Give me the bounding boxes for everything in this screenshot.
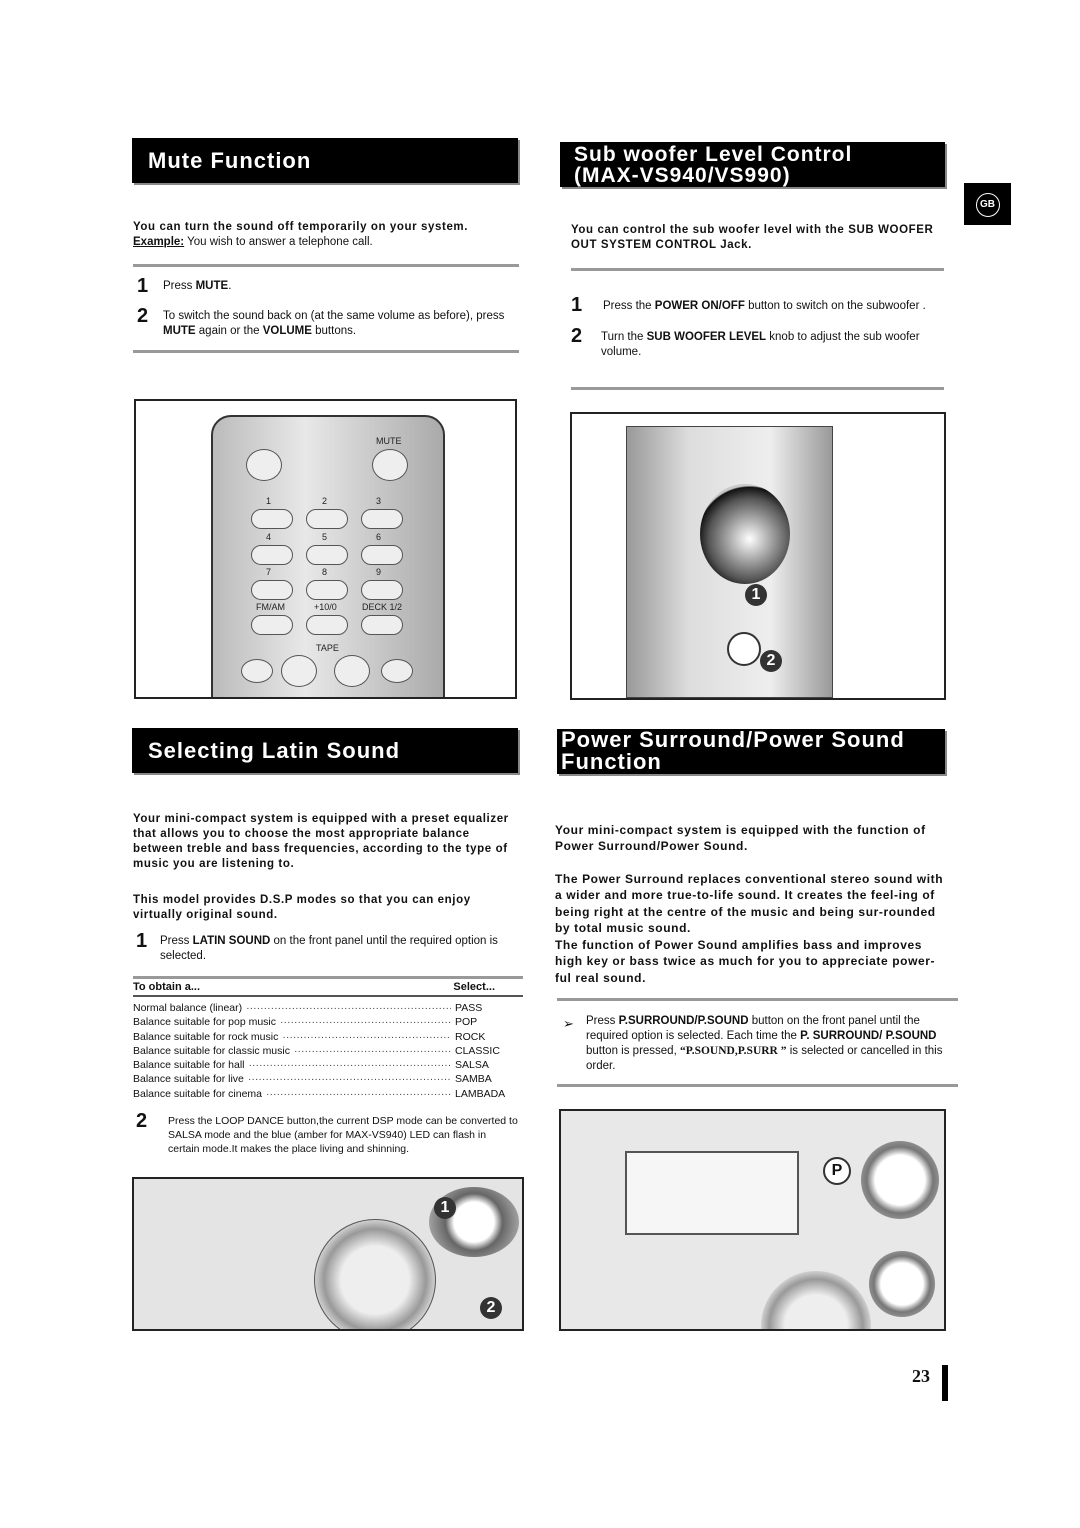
subwoofer-title: Sub woofer Level Control: [574, 143, 853, 166]
surround-subtitle: Function: [561, 749, 662, 774]
front-panel-illustration-latin: 1 2: [132, 1177, 524, 1331]
divider: [133, 976, 523, 979]
row-mode: ROCK: [455, 1030, 486, 1043]
subwoofer-heading: Sub woofer Level Control (MAX-VS940/VS99…: [560, 142, 945, 187]
remote-illustration: MUTE 1 2 3 4 5 6 7 8 9 FM/AM +10/0 DECK …: [134, 399, 517, 699]
latin-intro: Your mini-compact system is equipped wit…: [133, 813, 509, 870]
row-description: Balance suitable for cinema: [133, 1087, 262, 1100]
mute-label: MUTE: [376, 436, 402, 446]
latin-step-2: Press the LOOP DANCE button,the current …: [168, 1115, 518, 1155]
gb-badge: GB: [975, 193, 1000, 217]
row-mode: POP: [455, 1016, 478, 1029]
callout-1: 1: [434, 1197, 456, 1219]
manual-page: GB Mute Function You can turn the sound …: [0, 0, 1080, 1528]
dot-leader: ········································…: [266, 1087, 451, 1100]
surround-intro: Your mini-compact system is equipped wit…: [555, 823, 926, 853]
surround-title: Power Surround/Power Sound: [561, 727, 905, 752]
mute-title: Mute Function: [148, 148, 312, 173]
table-row: Balance suitable for hall ···············…: [133, 1058, 523, 1072]
subwoofer-step-1: Press the POWER ON/OFF button to switch …: [603, 300, 926, 312]
language-tab: GB: [964, 183, 1011, 225]
mute-heading: Mute Function: [132, 138, 518, 183]
divider: [133, 264, 519, 267]
dot-leader: ········································…: [248, 1059, 452, 1072]
step-number: 2: [136, 1110, 148, 1132]
step-number: 2: [137, 305, 149, 327]
row-mode: CLASSIC: [455, 1044, 500, 1057]
divider: [557, 1084, 958, 1087]
surround-step: Press P.SURROUND/P.SOUND button on the f…: [586, 1015, 943, 1072]
subwoofer-intro: You can control the sub woofer level wit…: [571, 224, 934, 251]
dot-leader: ········································…: [282, 1030, 451, 1043]
table-header: To obtain a...: [133, 981, 201, 993]
latin-title: Selecting Latin Sound: [148, 738, 401, 763]
row-mode: PASS: [455, 1002, 483, 1014]
row-description: Balance suitable for pop music: [133, 1016, 276, 1029]
table-row: Normal balance (linear) ·················…: [133, 1001, 523, 1015]
step-number: 2: [571, 325, 583, 347]
table-row: Balance suitable for live ···············…: [133, 1072, 523, 1086]
callout-1: 1: [745, 584, 767, 606]
page-number: 23: [912, 1366, 930, 1386]
arrow-icon: ➢: [563, 1016, 574, 1031]
row-mode: SALSA: [455, 1059, 489, 1072]
row-description: Normal balance (linear): [133, 1002, 243, 1014]
dsp-mode-table: To obtain a... Select... Normal balance …: [133, 980, 523, 1101]
divider: [571, 387, 944, 390]
callout-2: 2: [480, 1297, 502, 1319]
step-number: 1: [571, 294, 583, 316]
table-row: Balance suitable for rock music ·········…: [133, 1030, 523, 1044]
table-header: Select...: [453, 981, 495, 993]
subwoofer-step-2: Turn the SUB WOOFER LEVEL knob to adjust…: [601, 331, 920, 358]
row-description: Balance suitable for rock music: [133, 1030, 279, 1043]
mute-intro: You can turn the sound off temporarily o…: [133, 221, 469, 233]
row-mode: LAMBADA: [455, 1087, 506, 1100]
dot-leader: ········································…: [280, 1016, 451, 1029]
front-panel-illustration-surround: P: [559, 1109, 946, 1331]
example-text: You wish to answer a telephone call.: [184, 236, 373, 248]
step-number: 1: [137, 275, 149, 297]
dot-leader: ········································…: [293, 1044, 451, 1057]
dot-leader: ········································…: [246, 1002, 451, 1014]
surround-para-2: The function of Power Sound amplifies ba…: [555, 938, 936, 985]
table-row: Balance suitable for classic music ······…: [133, 1044, 523, 1058]
mute-button: [372, 449, 408, 481]
row-description: Balance suitable for hall: [133, 1059, 245, 1072]
table-row: Balance suitable for pop music ··········…: [133, 1015, 523, 1029]
divider: [571, 268, 944, 271]
divider: [133, 350, 519, 353]
row-description: Balance suitable for classic music: [133, 1044, 290, 1057]
mute-step-2: To switch the sound back on (at the same…: [163, 310, 505, 337]
mute-step-1: Press MUTE.: [163, 280, 232, 292]
table-row: Balance suitable for cinema ·············…: [133, 1087, 523, 1101]
surround-para-1: The Power Surround replaces conventional…: [555, 872, 944, 935]
callout-2: 2: [760, 650, 782, 672]
step-number: 1: [136, 930, 148, 952]
latin-step-1: Press LATIN SOUND on the front panel unt…: [160, 935, 498, 962]
surround-heading: Power Surround/Power Sound Function: [557, 729, 945, 774]
row-mode: SAMBA: [455, 1073, 492, 1086]
subwoofer-subtitle: (MAX-VS940/VS990): [574, 164, 791, 187]
latin-heading: Selecting Latin Sound: [132, 728, 518, 773]
latin-dsp-note: This model provides D.S.P modes so that …: [133, 894, 471, 921]
p-surround-button: P: [823, 1157, 851, 1185]
subwoofer-illustration: 1 2: [570, 412, 946, 700]
example-label: Example:: [133, 236, 185, 248]
divider: [557, 998, 958, 1001]
mute-example: Example: You wish to answer a telephone …: [133, 235, 373, 250]
power-button: [246, 449, 282, 481]
row-description: Balance suitable for live: [133, 1073, 244, 1086]
dot-leader: ········································…: [247, 1073, 451, 1086]
page-number-bar: [942, 1365, 948, 1401]
